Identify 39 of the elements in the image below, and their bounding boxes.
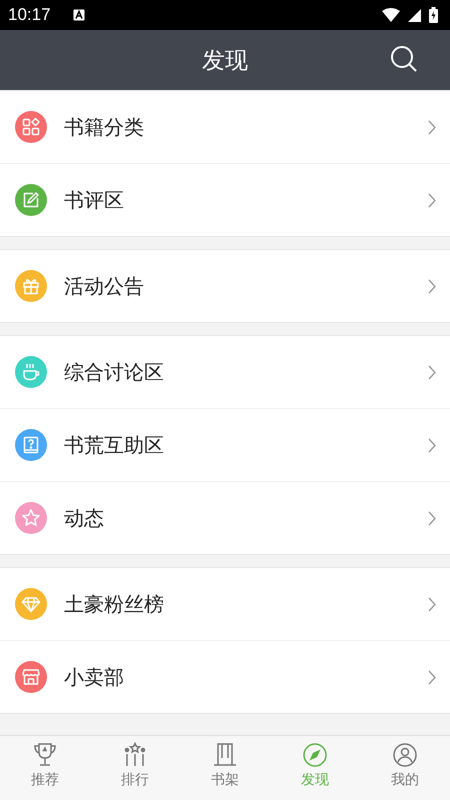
chevron-right-icon xyxy=(428,670,436,684)
menu-label: 书籍分类 xyxy=(64,114,145,140)
nav-tab[interactable]: 书架 xyxy=(180,736,270,800)
menu-label: 活动公告 xyxy=(64,272,145,300)
menu-label: 动态 xyxy=(64,504,105,532)
menu-item[interactable]: 书荒互助区 xyxy=(0,408,450,481)
stars-bars-icon xyxy=(122,742,148,768)
menu-label: 书荒互助区 xyxy=(64,432,165,458)
menu-item[interactable]: 动态 xyxy=(0,481,450,554)
nav-tab[interactable]: 排行 xyxy=(90,736,180,800)
chevron-right-icon xyxy=(428,278,436,294)
battery-icon xyxy=(429,7,438,23)
signal-icon xyxy=(408,8,421,22)
chevron-right-icon xyxy=(428,510,436,526)
nav-tab[interactable]: 推荐 xyxy=(0,736,90,800)
chevron-right-icon xyxy=(428,120,436,134)
menu-item[interactable]: 土豪粉丝榜 xyxy=(0,567,450,640)
notification-icon xyxy=(72,9,85,21)
chevron-right-icon xyxy=(428,192,436,208)
menu-item[interactable]: 书评区 xyxy=(0,163,450,236)
bookshelf-icon xyxy=(212,742,238,768)
menu-item[interactable]: 小卖部 xyxy=(0,640,450,713)
chevron-right-icon xyxy=(428,364,436,380)
compass-icon xyxy=(302,742,328,768)
chevron-right-icon xyxy=(428,596,436,612)
menu-label: 综合讨论区 xyxy=(64,358,165,386)
menu-label: 书评区 xyxy=(64,186,125,214)
page-title: 发现 xyxy=(202,46,248,76)
menu-item[interactable]: 书籍分类 xyxy=(0,90,450,163)
menu-label: 小卖部 xyxy=(64,664,125,690)
menu-item[interactable]: 活动公告 xyxy=(0,249,450,322)
nav-tab[interactable]: 我的 xyxy=(360,736,450,800)
clock: 10:17 xyxy=(8,5,51,25)
search-icon[interactable] xyxy=(390,45,418,73)
wifi-icon xyxy=(382,8,400,22)
trophy-icon xyxy=(32,742,58,768)
chevron-right-icon xyxy=(428,438,436,452)
menu-label: 土豪粉丝榜 xyxy=(64,590,165,618)
person-icon xyxy=(392,742,418,768)
